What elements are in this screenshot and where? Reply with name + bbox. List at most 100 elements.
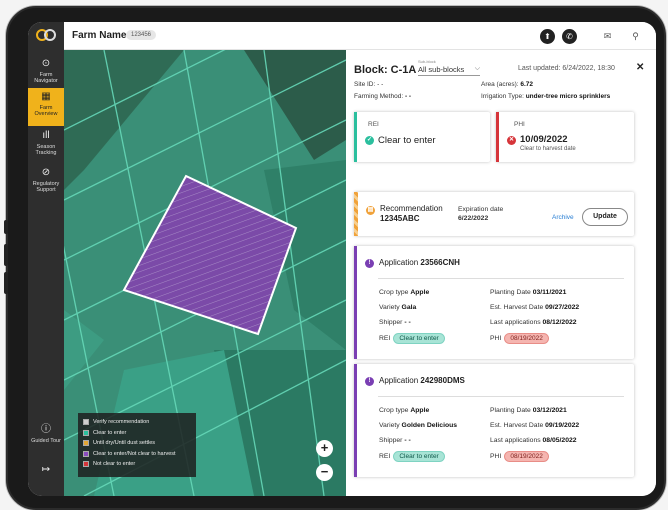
planting-value: 03/11/2021 (532, 289, 567, 296)
application-title: Application 242980DMS (379, 376, 465, 385)
phi-sub: Clear to harvest date (520, 146, 576, 152)
info-icon: ⓘ (41, 424, 51, 435)
divider (378, 278, 624, 279)
last-applications: Last applications 08/05/2022 (490, 437, 577, 444)
sidebar-item-label: Farm Navigator (34, 72, 58, 84)
legend-swatch (83, 461, 89, 468)
planting-date: Planting Date 03/12/2021 (490, 407, 567, 414)
harvest-label: Est. Harvest Date (490, 422, 544, 429)
alert-icon: ! (365, 259, 374, 268)
rei-badge: Clear to enter (393, 333, 445, 344)
rei-status: REI Clear to enter (379, 451, 445, 462)
phi-label: PHI (490, 453, 502, 460)
variety-label: Variety (379, 304, 400, 311)
legend-item: Verify recommendation (83, 417, 191, 428)
application-label: Application (379, 376, 419, 385)
site-id-label: Site ID: (354, 81, 376, 88)
farming-method-value: - - (404, 93, 412, 100)
user-icon[interactable]: ⚲ (628, 29, 643, 44)
farm-id-badge: 123456 (126, 30, 157, 40)
volume-button (4, 272, 8, 294)
crop-label: Crop type (379, 407, 409, 414)
update-button[interactable]: Update (582, 208, 628, 226)
rei-title: REI (368, 121, 379, 128)
planting-label: Planting Date (490, 407, 531, 414)
sidebar-item-regulatory-support[interactable]: ⊘ Regulatory Support (28, 167, 64, 193)
zoom-out-button[interactable]: − (316, 464, 333, 481)
shipper: Shipper - - (379, 319, 411, 326)
sidebar-item-farm-navigator[interactable]: ⊙ Farm Navigator (28, 58, 64, 84)
application-id: 242980DMS (420, 376, 465, 385)
variety-label: Variety (379, 422, 400, 429)
variety-value: Gala (401, 304, 417, 311)
check-icon: ✓ (365, 136, 374, 145)
legend-label: Verify recommendation (93, 419, 150, 426)
farm-name: Farm Name (72, 30, 127, 41)
rei-label: REI (379, 453, 391, 460)
application-id: 23566CNH (420, 258, 460, 267)
volume-button (4, 220, 8, 234)
sidebar-item-farm-overview[interactable]: ▦ Farm Overview (28, 88, 64, 126)
phi-status: PHI 08/19/2022 (490, 333, 549, 344)
sidebar-item-label: Guided Tour (31, 438, 61, 444)
crop-label: Crop type (379, 289, 409, 296)
phone-icon[interactable]: ✆ (562, 29, 577, 44)
rei-label: REI (379, 335, 391, 342)
close-icon[interactable]: ✕ (636, 62, 644, 73)
expiration-value: 6/22/2022 (458, 215, 489, 222)
planting-date: Planting Date 03/11/2021 (490, 289, 566, 296)
sidebar-item-label: Regulatory Support (32, 181, 60, 193)
sidebar-item-season-tracking[interactable]: ıll Season Tracking (28, 130, 64, 156)
planting-value: 03/12/2021 (532, 407, 567, 414)
sidebar-item-guided-tour[interactable]: ⓘ Guided Tour (28, 424, 64, 444)
message-icon[interactable]: ✉ (600, 29, 615, 44)
variety: Variety Golden Delicious (379, 422, 457, 429)
chevron-down-icon: ⌵ (474, 65, 480, 72)
irrigation-label: Irrigation Type: (481, 93, 524, 100)
close-circle-icon: ✕ (507, 136, 516, 145)
sidebar: ⊙ Farm Navigator ▦ Farm Overview ıll Sea… (28, 22, 64, 496)
screen: ⊙ Farm Navigator ▦ Farm Overview ıll Sea… (28, 22, 656, 496)
farming-method-label: Farming Method: (354, 93, 404, 100)
phi-card: PHI ✕ 10/09/2022 Clear to harvest date (496, 112, 634, 162)
variety: Variety Gala (379, 304, 416, 311)
harvest-label: Est. Harvest Date (490, 304, 544, 311)
planting-label: Planting Date (490, 289, 531, 296)
expiration-label: Expiration date (458, 206, 504, 213)
harvest-value: 09/27/2022 (545, 304, 580, 311)
legend-swatch (83, 429, 89, 436)
sidebar-item-label: Farm Overview (34, 105, 58, 117)
map-legend: Verify recommendation Clear to enter Unt… (78, 413, 196, 477)
divider (378, 396, 624, 397)
application-card: ! Application 242980DMS Crop type Apple … (354, 364, 634, 477)
logout-button[interactable]: ↦ (28, 464, 64, 478)
subblock-value: All sub-blocks (418, 65, 465, 74)
area-label: Area (acres): (481, 81, 519, 88)
harvest-date: Est. Harvest Date 09/19/2022 (490, 422, 579, 429)
upload-icon[interactable]: ⬆ (540, 29, 555, 44)
subblock-select[interactable]: All sub-blocks ⌵ (418, 65, 480, 76)
rei-status: REI Clear to enter (379, 333, 445, 344)
variety-value: Golden Delicious (401, 422, 458, 429)
farming-method: Farming Method: - - (354, 93, 411, 100)
last-app-label: Last applications (490, 319, 541, 326)
zoom-in-button[interactable]: + (316, 440, 333, 457)
legend-label: Clear to enter (93, 429, 127, 436)
application-title: Application 23566CNH (379, 258, 460, 267)
archive-link[interactable]: Archive (552, 214, 574, 221)
rei-badge: Clear to enter (393, 451, 445, 462)
last-updated: Last updated: 6/24/2022, 18:30 (518, 65, 615, 72)
subblock-label: Sub-block (418, 59, 436, 64)
legend-label: Not clear to enter (93, 461, 136, 468)
status-bar (354, 112, 357, 162)
legend-swatch (83, 440, 89, 447)
harvest-value: 09/19/2022 (545, 422, 580, 429)
device: ⊙ Farm Navigator ▦ Farm Overview ıll Sea… (0, 0, 668, 510)
legend-label: Clear to enter/Not clear to harvest (93, 450, 176, 457)
crop-value: Apple (410, 289, 430, 296)
app-logo (36, 29, 56, 41)
status-bar (496, 112, 499, 162)
shipper-label: Shipper (379, 319, 403, 326)
map-view[interactable]: Verify recommendation Clear to enter Unt… (64, 50, 346, 496)
site-id: Site ID: - - (354, 81, 383, 88)
